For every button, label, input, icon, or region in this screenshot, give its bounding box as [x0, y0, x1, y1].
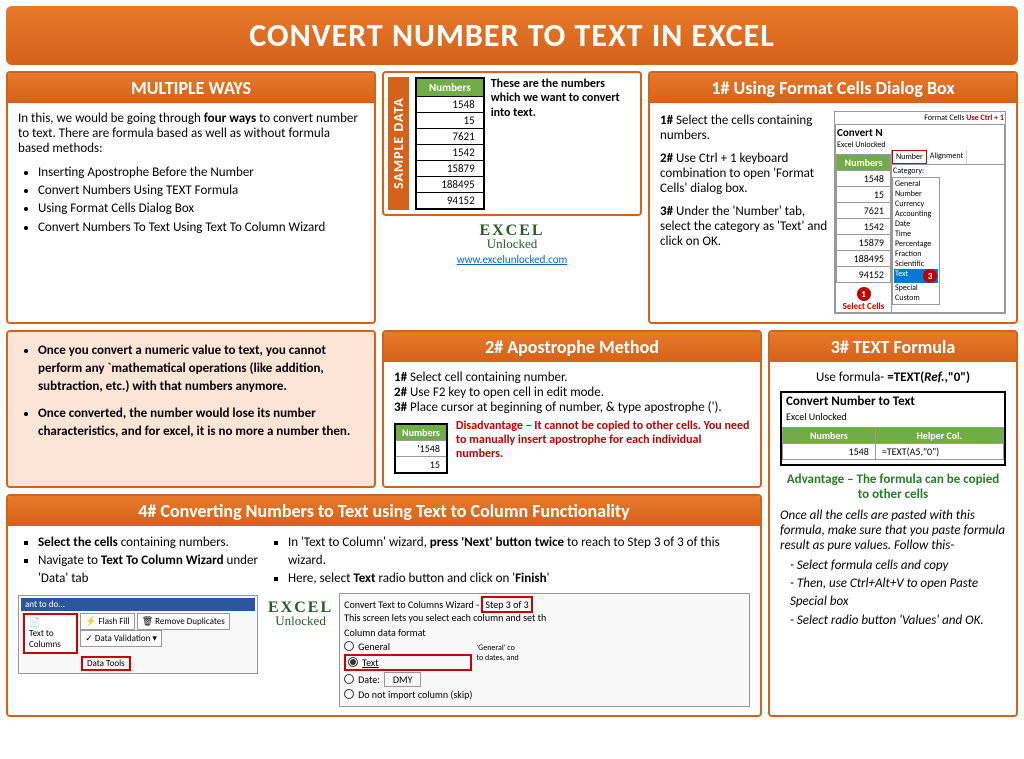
top-row: MULTIPLE WAYS In this, we would be going… — [6, 71, 1018, 324]
tf-step-2: Then, use Ctrl+Alt+V to open Paste Speci… — [790, 575, 1006, 611]
multiple-ways-header: MULTIPLE WAYS — [8, 73, 374, 103]
fc-header: 1# Using Format Cells Dialog Box — [650, 73, 1016, 103]
sample-label: SAMPLE DATA — [388, 77, 409, 210]
mw-item-3: Using Format Cells Dialog Box — [38, 200, 364, 218]
apos-disadvantage: Disadvantage – It cannot be copied to ot… — [456, 419, 750, 478]
sample-table: Numbers 1548 15 7621 1542 15879 188495 9… — [415, 77, 485, 210]
tf-step-3: Select radio button 'Values' and OK. — [790, 612, 1006, 630]
notes-box: Once you convert a numeric value to text… — [6, 330, 376, 488]
main-title: CONVERT NUMBER TO TEXT IN EXCEL — [6, 6, 1018, 65]
mw-item-2: Convert Numbers Using TEXT Formula — [38, 182, 364, 200]
fc-step-2: 2# Use Ctrl + 1 keyboard combination to … — [660, 151, 830, 196]
apos-header: 2# Apostrophe Method — [384, 332, 760, 362]
tf-step-1: Select formula cells and copy — [790, 557, 1006, 575]
badge-3: 3 — [923, 269, 937, 283]
text-to-column-box: 4# Converting Numbers to Text using Text… — [6, 494, 762, 717]
ttc-right-1: In 'Text to Column' wizard, press 'Next'… — [288, 534, 750, 570]
ttc-right-2: Here, select Text radio button and click… — [288, 570, 750, 588]
text-formula-box: 3# TEXT Formula Use formula- =TEXT(Ref.,… — [768, 330, 1018, 717]
tf-header: 3# TEXT Formula — [770, 332, 1016, 362]
ttc-left-1: Select the cells containing numbers. — [38, 534, 258, 552]
mw-intro: In this, we would be going through four … — [18, 111, 364, 156]
apostrophe-box: 2# Apostrophe Method 1# 1# Select cell c… — [382, 330, 762, 488]
note-1: Once you convert a numeric value to text… — [38, 342, 364, 397]
fc-step-3: 3# Under the 'Number' tab, select the ca… — [660, 204, 830, 249]
sample-description: These are the numbers which we want to c… — [491, 77, 636, 210]
fc-screenshot: Format Cells Use Ctrl + 1 Convert N Exce… — [834, 111, 1006, 314]
fc-step-1: 1# Select the cells containing numbers. — [660, 113, 830, 143]
tf-formula: Use formula- =TEXT(Ref.,"0") — [780, 370, 1006, 385]
apos-s2: 2# Use F2 key to open cell in edit mode. — [394, 385, 750, 400]
opt-general[interactable]: General — [344, 640, 472, 653]
opt-date[interactable]: Date: DMY — [344, 672, 472, 687]
ttc-left-2: Navigate to Text To Column Wizard under … — [38, 552, 258, 588]
remove-dup-button[interactable]: 🗑 Remove Duplicates — [137, 613, 230, 630]
ttc-header: 4# Converting Numbers to Text using Text… — [8, 496, 760, 526]
apos-s3: 3# Place cursor at beginning of number, … — [394, 400, 750, 415]
apos-s1: 1# 1# Select cell containing number.Sele… — [394, 370, 750, 385]
middle-row: Once you convert a numeric value to text… — [6, 330, 1018, 717]
data-val-button[interactable]: ✓ Data Validation ▾ — [80, 630, 162, 647]
flash-fill-button[interactable]: ⚡ Flash Fill — [80, 613, 134, 630]
mw-item-4: Convert Numbers To Text Using Text To Co… — [38, 219, 364, 237]
logo-block: EXCEL Unlocked www.excelunlocked.com — [382, 222, 642, 267]
ribbon-screenshot: ant to do... 📄Text to Columns ⚡ Flash Fi… — [18, 595, 258, 674]
website-link[interactable]: www.excelunlocked.com — [457, 253, 568, 266]
mw-item-1: Inserting Apostrophe Before the Number — [38, 164, 364, 182]
multiple-ways-box: MULTIPLE WAYS In this, we would be going… — [6, 71, 376, 324]
note-2: Once converted, the number would lose it… — [38, 405, 364, 441]
wizard-dialog: Convert Text to Columns Wizard - Step 3 … — [339, 593, 750, 707]
text-to-columns-button[interactable]: 📄Text to Columns — [23, 613, 78, 654]
tf-advantage: Advantage – The formula can be copied to… — [780, 472, 1006, 502]
badge-1: 1 — [857, 287, 871, 301]
opt-skip[interactable]: Do not import column (skip) — [344, 688, 472, 701]
tf-follow: Once all the cells are pasted with this … — [780, 508, 1006, 553]
format-cells-box: 1# Using Format Cells Dialog Box 1# Sele… — [648, 71, 1018, 324]
opt-text[interactable]: Text — [344, 654, 472, 671]
sample-data-box: SAMPLE DATA Numbers 1548 15 7621 1542 15… — [382, 71, 642, 324]
